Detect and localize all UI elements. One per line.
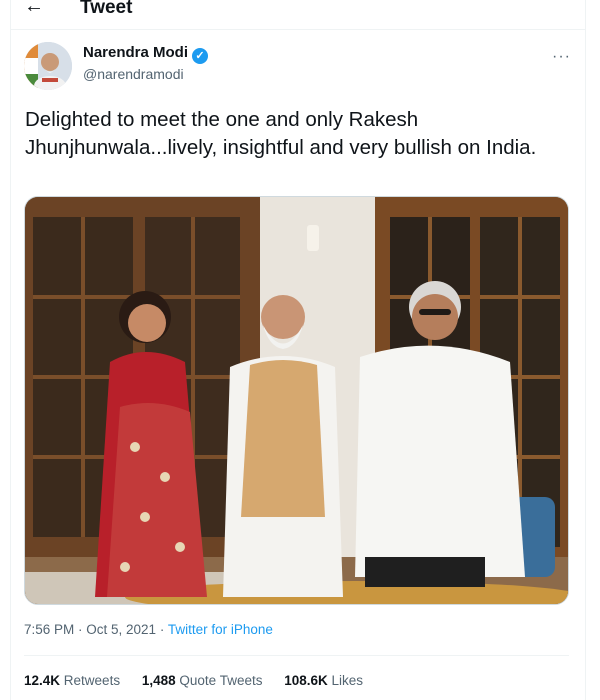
likes-stat[interactable]: 108.6K Likes	[284, 673, 363, 688]
timestamp-text[interactable]: 7:56 PM · Oct 5, 2021	[24, 622, 156, 637]
author-handle[interactable]: @narendramodi	[83, 66, 184, 82]
page-title: Tweet	[80, 0, 133, 18]
tweet-stats: 12.4K Retweets 1,488 Quote Tweets 108.6K…	[24, 673, 381, 688]
likes-label: Likes	[331, 673, 364, 688]
quote-tweets-label: Quote Tweets	[179, 673, 263, 688]
quote-tweets-count: 1,488	[141, 673, 176, 688]
more-options-icon[interactable]: ···	[552, 48, 571, 66]
tweet-photo[interactable]	[24, 196, 569, 605]
quote-tweets-stat[interactable]: 1,488 Quote Tweets	[142, 673, 263, 688]
retweets-stat[interactable]: 12.4K Retweets	[24, 673, 120, 688]
author-name[interactable]: Narendra Modi ✓	[83, 44, 209, 64]
retweets-label: Retweets	[63, 673, 121, 688]
tweet-header: ← Tweet	[10, 0, 586, 30]
meta-separator: ·	[156, 622, 168, 637]
author-name-text: Narendra Modi	[83, 44, 189, 61]
divider	[24, 655, 569, 656]
back-arrow-icon[interactable]: ←	[24, 0, 44, 18]
verified-badge-icon: ✓	[192, 48, 209, 64]
tweet-text: Delighted to meet the one and only Rakes…	[25, 108, 537, 159]
retweets-count: 12.4K	[24, 673, 61, 688]
tweet-timestamp[interactable]: 7:56 PM · Oct 5, 2021 · Twitter for iPho…	[24, 622, 273, 637]
author-avatar[interactable]	[24, 42, 72, 90]
tweet-source[interactable]: Twitter for iPhone	[168, 622, 273, 637]
likes-count: 108.6K	[284, 673, 328, 688]
